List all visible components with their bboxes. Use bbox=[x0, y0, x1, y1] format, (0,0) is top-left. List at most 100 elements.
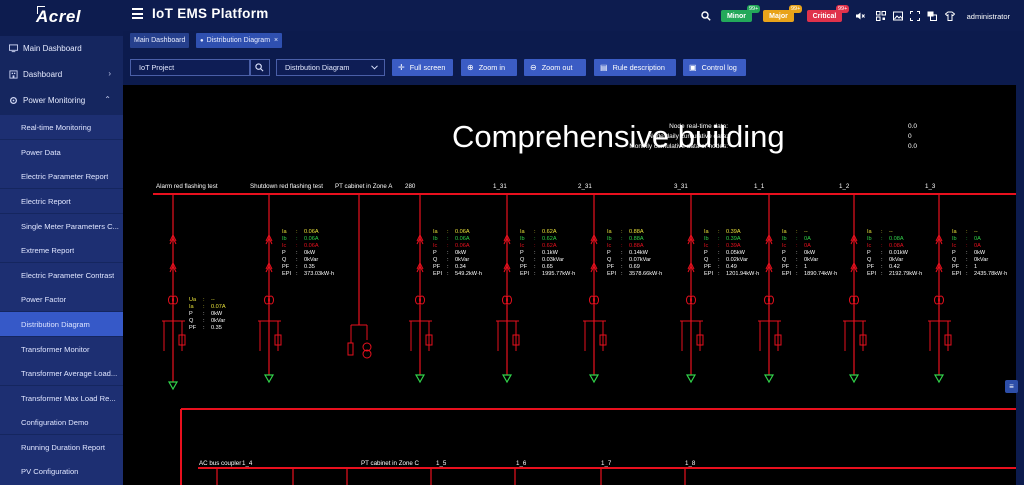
q-row-key: Q bbox=[520, 257, 525, 263]
ia-row-key: Ia bbox=[282, 229, 288, 235]
ib-row-key: Ib bbox=[704, 236, 709, 242]
alarm-label: Major bbox=[769, 12, 788, 20]
q-row-sep: : bbox=[796, 257, 798, 263]
alarm-label: Minor bbox=[726, 12, 747, 20]
sidebar-item-configuration-demo[interactable]: Configuration Demo bbox=[0, 410, 123, 434]
sidebar-item-running-duration-report[interactable]: Running Duration Report bbox=[0, 435, 123, 459]
sidebar-item-power-monitoring[interactable]: Power Monitoring ⌃ bbox=[0, 88, 123, 114]
sidebar-item-pv-configuration[interactable]: PV Configuration bbox=[0, 459, 123, 485]
monitor-icon bbox=[9, 44, 18, 53]
sidebar-item-label: Electric Parameter Report bbox=[21, 172, 109, 181]
ia-row-key: Ia bbox=[607, 229, 613, 235]
logo: Acrel bbox=[0, 0, 123, 36]
rule-description-button[interactable]: ▤ Rule description bbox=[594, 59, 676, 76]
pf-row-key: PF bbox=[867, 264, 875, 270]
sidebar-item-electric-parameter-contrast[interactable]: Electric Parameter Contrast bbox=[0, 263, 123, 287]
qr-code-icon[interactable] bbox=[876, 11, 886, 21]
pf-row-value: 0.34 bbox=[455, 264, 466, 270]
tab-main-dashboard[interactable]: Main Dashboard bbox=[130, 33, 190, 48]
sidebar-item-transformer-average-load[interactable]: Transformer Average Load... bbox=[0, 361, 123, 385]
q-row-sep: : bbox=[718, 257, 720, 263]
theme-shirt-icon[interactable] bbox=[945, 11, 955, 21]
button-label: Zoom out bbox=[541, 63, 573, 72]
sidebar-item-power-data[interactable]: Power Data bbox=[0, 140, 123, 164]
vertical-scrollbar[interactable] bbox=[1016, 85, 1024, 485]
sidebar-item-distribution-diagram[interactable]: Distribution Diagram bbox=[0, 312, 123, 336]
sidebar-item-transformer-max-load[interactable]: Transformer Max Load Re... bbox=[0, 386, 123, 410]
ground-arrow-icon bbox=[588, 374, 600, 384]
ia-row-value: -- bbox=[974, 229, 978, 235]
q-row-value: 0kVar bbox=[455, 257, 469, 263]
p-row-sep: : bbox=[203, 311, 205, 317]
settings-sliders-icon[interactable]: ≡ bbox=[1005, 380, 1018, 393]
diagram-select[interactable]: Distrbution Diagram bbox=[276, 59, 385, 76]
distribution-diagram-canvas[interactable]: Comprehensive building Node real-time da… bbox=[123, 85, 1016, 485]
document-icon: ▤ bbox=[600, 63, 608, 72]
gear-icon bbox=[9, 96, 18, 105]
q-row-value: 0kVar bbox=[974, 257, 988, 263]
bus-label: Alarm red flashing test bbox=[156, 183, 218, 190]
sidebar-item-electric-parameter-report[interactable]: Electric Parameter Report bbox=[0, 164, 123, 188]
sidebar-item-label: Dashboard bbox=[23, 70, 63, 79]
tab-distribution-diagram[interactable]: ● Distribution Diagram × bbox=[196, 33, 283, 48]
sidebar-item-real-time-monitoring[interactable]: Real-time Monitoring bbox=[0, 115, 123, 139]
p-row-sep: : bbox=[718, 250, 720, 256]
image-icon[interactable] bbox=[893, 11, 903, 21]
ic-row-sep: : bbox=[718, 243, 720, 249]
ib-row-sep: : bbox=[881, 236, 883, 242]
zoom-in-icon: ⊕ bbox=[467, 63, 474, 72]
sidebar-item-transformer-monitor[interactable]: Transformer Monitor bbox=[0, 337, 123, 361]
zoom-out-button[interactable]: ⊖ Zoom out bbox=[524, 59, 586, 76]
menu-toggle-icon[interactable] bbox=[132, 8, 143, 19]
ib-row-value: 0.06A bbox=[455, 236, 470, 242]
ic-row-sep: : bbox=[296, 243, 298, 249]
sidebar-item-single-meter-parameters[interactable]: Single Meter Parameters C... bbox=[0, 214, 123, 238]
control-log-button[interactable]: ▣ Control log bbox=[683, 59, 746, 76]
epi-row-sep: : bbox=[796, 271, 798, 277]
mute-icon[interactable] bbox=[855, 11, 865, 21]
ib-row-sep: : bbox=[296, 236, 298, 242]
sidebar-item-label: Electric Report bbox=[21, 197, 71, 206]
copy-windows-icon[interactable] bbox=[927, 11, 937, 21]
pf-row-sep: : bbox=[966, 264, 968, 270]
ib-row-value: 0A bbox=[974, 236, 981, 242]
p-row-sep: : bbox=[447, 250, 449, 256]
ic-row-value: 0.62A bbox=[542, 243, 557, 249]
ib-row-value: 0A bbox=[804, 236, 811, 242]
chevron-up-icon: ⌃ bbox=[104, 95, 111, 104]
epi-row-sep: : bbox=[718, 271, 720, 277]
ia-row-sep: : bbox=[966, 229, 968, 235]
sidebar-item-power-factor[interactable]: Power Factor bbox=[0, 287, 123, 311]
ground-arrow-icon bbox=[685, 374, 697, 384]
full-screen-button[interactable]: ✛ Full screen bbox=[392, 59, 453, 76]
search-icon bbox=[255, 63, 264, 72]
app-title: IoT EMS Platform bbox=[152, 6, 269, 21]
q-row-sep: : bbox=[296, 257, 298, 263]
p-row-value: 0.01kW bbox=[889, 250, 909, 256]
sidebar-item-electric-report[interactable]: Electric Report bbox=[0, 189, 123, 213]
epi-row-value: 2192.79kW·h bbox=[889, 271, 922, 277]
sidebar-item-dashboard[interactable]: Dashboard › bbox=[0, 62, 123, 88]
sidebar-item-label: Distribution Diagram bbox=[21, 320, 90, 329]
sidebar-item-extreme-report[interactable]: Extreme Report bbox=[0, 238, 123, 262]
sidebar-item-label: Real-time Monitoring bbox=[21, 123, 92, 132]
project-select-value: IoT Project bbox=[139, 63, 175, 72]
pf-row-sep: : bbox=[718, 264, 720, 270]
search-button[interactable] bbox=[250, 59, 270, 76]
bus-label: 3_31 bbox=[674, 183, 688, 190]
user-name[interactable]: administrator bbox=[967, 12, 1010, 21]
ic-row-key: Ic bbox=[867, 243, 872, 249]
q-row-value: 0.03kVar bbox=[542, 257, 564, 263]
project-select[interactable]: IoT Project bbox=[130, 59, 250, 76]
chevron-right-icon: › bbox=[108, 69, 111, 78]
bus-label: 1_8 bbox=[685, 460, 696, 467]
search-icon[interactable] bbox=[701, 11, 711, 21]
zoom-in-button[interactable]: ⊕ Zoom in bbox=[461, 59, 517, 76]
sidebar-item-main-dashboard[interactable]: Main Dashboard bbox=[0, 36, 123, 62]
close-icon[interactable]: × bbox=[274, 37, 278, 44]
bus-label: 1_2 bbox=[839, 183, 850, 190]
button-label: Full screen bbox=[409, 63, 446, 72]
fullscreen-icon[interactable] bbox=[910, 11, 920, 21]
q-row-key: Q bbox=[607, 257, 612, 263]
ic-row-sep: : bbox=[534, 243, 536, 249]
